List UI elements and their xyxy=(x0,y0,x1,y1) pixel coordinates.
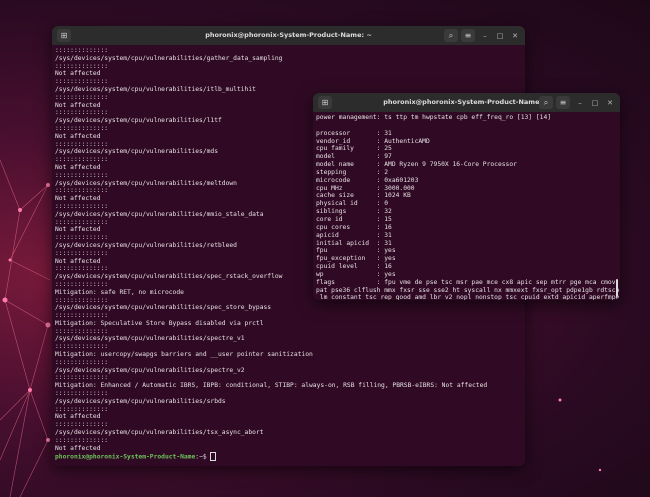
terminal-window-cpuinfo[interactable]: ⊞ phoronix@phoronix-System-Product-Name:… xyxy=(313,93,620,300)
terminal-line: lm constant_tsc rep_good amd_lbr_v2 nopl… xyxy=(316,294,620,300)
close-icon[interactable]: ✕ xyxy=(510,31,520,41)
title-bar[interactable]: ⊞ phoronix@phoronix-System-Product-Name:… xyxy=(313,93,620,112)
terminal-line: core id : 15 xyxy=(316,215,392,223)
terminal-line: fpu : yes xyxy=(316,247,396,255)
terminal-line: :::::::::::::: xyxy=(55,436,109,444)
terminal-line: :::::::::::::: xyxy=(55,78,109,86)
terminal-line: :::::::::::::: xyxy=(55,62,109,70)
terminal-line: wp : yes xyxy=(316,270,396,278)
terminal-line: cpu family : 25 xyxy=(316,145,392,153)
terminal-line: Mitigation: Enhanced / Automatic IBRS, I… xyxy=(55,382,488,390)
prompt-path: :~$ xyxy=(195,453,211,461)
terminal-line: pat pse36 clflush mmx fxsr sse sse2 ht s… xyxy=(316,286,620,294)
terminal-line: processor : 31 xyxy=(316,129,392,137)
menu-icon[interactable]: ≡ xyxy=(461,29,475,42)
text-cursor xyxy=(210,452,217,462)
scrollbar[interactable] xyxy=(616,279,618,297)
terminal-line: stepping : 2 xyxy=(316,168,389,176)
terminal-line: :::::::::::::: xyxy=(55,312,109,320)
terminal-line: model name : AMD Ryzen 9 7950X 16-Core P… xyxy=(316,161,517,169)
terminal-line: :::::::::::::: xyxy=(55,405,109,413)
prompt-user-host: phoronix@phoronix-System-Product-Name xyxy=(55,453,196,461)
minimize-icon[interactable]: – xyxy=(575,98,585,108)
terminal-line: Not affected xyxy=(55,413,101,421)
minimize-icon[interactable]: – xyxy=(480,31,490,41)
new-tab-icon[interactable]: ⊞ xyxy=(57,29,71,42)
terminal-line: :::::::::::::: xyxy=(55,421,109,429)
terminal-line: cpu cores : 16 xyxy=(316,223,392,231)
terminal-line: Mitigation: usercopy/swapgs barriers and… xyxy=(55,351,313,359)
terminal-line: :::::::::::::: xyxy=(55,390,109,398)
terminal-line: /sys/devices/system/cpu/vulnerabilities/… xyxy=(55,335,245,343)
terminal-line: apicid : 31 xyxy=(316,231,392,239)
maximize-icon[interactable]: □ xyxy=(590,98,600,108)
close-icon[interactable]: ✕ xyxy=(605,98,615,108)
terminal-line: cpu MHz : 3000.000 xyxy=(316,184,415,192)
terminal-line: siblings : 32 xyxy=(316,208,392,216)
search-icon[interactable]: ⌕ xyxy=(444,29,458,42)
terminal-line: power management: ts ttp tm hwpstate cpb… xyxy=(316,114,552,121)
terminal-line: :::::::::::::: xyxy=(55,374,109,382)
terminal-line: Not affected xyxy=(55,444,101,452)
terminal-line: model : 97 xyxy=(316,153,392,161)
terminal-line: cpuid level : 16 xyxy=(316,263,392,271)
title-bar[interactable]: ⊞ phoronix@phoronix-System-Product-Name:… xyxy=(52,26,525,45)
terminal-line: fpu_exception : yes xyxy=(316,255,396,263)
terminal-line: Mitigation: Speculative Store Bypass dis… xyxy=(55,319,264,327)
terminal-line: :::::::::::::: xyxy=(55,358,109,366)
terminal-line: vendor_id : AuthenticAMD xyxy=(316,137,430,145)
terminal-line: /sys/devices/system/cpu/vulnerabilities/… xyxy=(55,304,272,312)
terminal-line: initial apicid : 31 xyxy=(316,239,392,247)
terminal-line: physical id : 0 xyxy=(316,200,389,208)
terminal-line: cache size : 1024 KB xyxy=(316,192,411,200)
terminal-line: /sys/devices/system/cpu/vulnerabilities/… xyxy=(55,397,226,405)
terminal-line: Not affected xyxy=(55,70,101,78)
terminal-line: flags : fpu vme de pse tsc msr pae mce c… xyxy=(316,278,616,286)
search-icon[interactable]: ⌕ xyxy=(539,96,553,109)
terminal-line: :::::::::::::: xyxy=(55,327,109,335)
menu-icon[interactable]: ≡ xyxy=(556,96,570,109)
shell-prompt[interactable]: phoronix@phoronix-System-Product-Name:~$ xyxy=(55,452,522,462)
terminal-line: /sys/devices/system/cpu/vulnerabilities/… xyxy=(55,54,283,62)
terminal-output[interactable]: power management: ts ttp tm hwpstate cpb… xyxy=(313,112,620,300)
terminal-line: :::::::::::::: xyxy=(55,47,109,54)
maximize-icon[interactable]: □ xyxy=(495,31,505,41)
terminal-line: /sys/devices/system/cpu/vulnerabilities/… xyxy=(55,429,264,437)
new-tab-icon[interactable]: ⊞ xyxy=(318,96,332,109)
terminal-line: microcode : 0xa601203 xyxy=(316,176,419,184)
terminal-line: :::::::::::::: xyxy=(55,343,109,351)
terminal-line: /sys/devices/system/cpu/vulnerabilities/… xyxy=(55,366,245,374)
